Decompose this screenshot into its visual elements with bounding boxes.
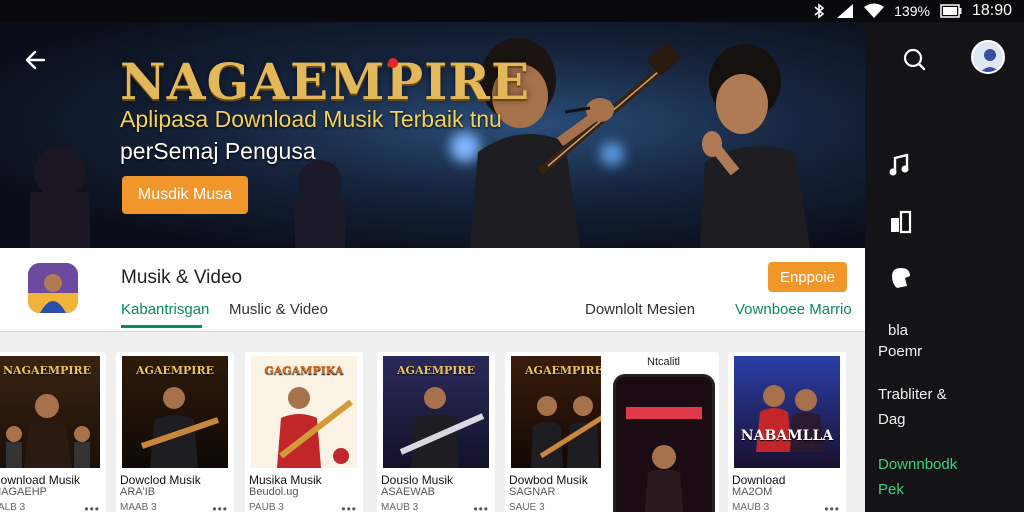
wifi-icon [864, 3, 885, 19]
active-tab-indicator [121, 325, 202, 328]
phone-label: Ntcalitl [647, 356, 681, 368]
card-poster: GAGAMPIKA [251, 356, 357, 468]
hero-banner: NAGAEMPIRE Aplipasa Download Musik Terba… [0, 22, 865, 248]
brand-logo-text: NAGAEMPIRE [120, 52, 531, 111]
more-options-icon[interactable]: ••• [824, 502, 840, 512]
clock: 18:90 [971, 2, 1012, 19]
hero-tagline-line1: Aplipasa Download Musik Terbaik tnu [120, 106, 502, 132]
app-icon [28, 263, 78, 313]
content-card[interactable]: NABAMLLA Download MA2OM MAUB 3 ••• [728, 352, 846, 512]
battery-percent: 139% [894, 3, 930, 19]
card-poster: AGAEMPIRE [122, 356, 228, 468]
more-options-icon[interactable]: ••• [212, 502, 228, 512]
phone-mockup [613, 374, 715, 512]
signal-icon [836, 3, 854, 19]
hero-cta-button[interactable]: Musdik Musa [122, 176, 248, 214]
content-card[interactable]: AGAEMPIRE Douslo Musik ASAEWAB MAUB 3 ••… [377, 352, 495, 512]
search-icon[interactable] [901, 46, 927, 72]
app-root: 139% 18:90 NAGAEMPIRE Aplipasa Download … [0, 0, 1024, 512]
rail-item-2[interactable]: Trabliter & Dag [878, 384, 947, 430]
rail-item-3[interactable]: Downnbodk Pek [878, 454, 957, 500]
right-rail: bla Poemr Trabliter & Dag Downnbodk Pek [865, 22, 1024, 512]
tab-vownboee-marrio[interactable]: Vownboee Marrio [735, 301, 852, 318]
content-card-phone[interactable]: Ntcalitl [601, 352, 719, 512]
battery-icon [940, 4, 962, 18]
content-cards-row: NAGAEMPIRE Download Musik MAGAEHP PALB 3… [0, 332, 865, 512]
bluetooth-icon [812, 3, 826, 19]
brand-dot [388, 58, 398, 68]
card-poster: AGAEMPIRE [383, 356, 489, 468]
more-options-icon[interactable]: ••• [341, 502, 357, 512]
more-options-icon[interactable]: ••• [473, 502, 489, 512]
card-poster: NABAMLLA [734, 356, 840, 468]
tab-kabantrisgan[interactable]: Kabantrisgan [121, 301, 209, 318]
content-card[interactable]: AGAEMPIRE Dowclod Musik ARA'IB MAAB 3 ••… [116, 352, 234, 512]
more-options-icon[interactable]: ••• [84, 502, 100, 512]
tab-download-mesien[interactable]: Downlolt Mesien [585, 301, 695, 318]
music-note-icon[interactable] [887, 150, 915, 178]
app-info-strip: Musik & Video Kabantrisgan Muslic & Vide… [0, 248, 865, 332]
avatar[interactable] [971, 40, 1005, 74]
card-poster: NAGAEMPIRE [0, 356, 100, 468]
app-title: Musik & Video [121, 267, 243, 288]
back-arrow-icon[interactable] [22, 46, 50, 74]
status-bar: 139% 18:90 [0, 0, 1024, 22]
library-icon[interactable] [887, 208, 915, 236]
tab-music-video[interactable]: Muslic & Video [229, 301, 328, 318]
puzzle-icon[interactable] [887, 264, 915, 292]
hero-tagline-line2: perSemaj Pengusa [120, 138, 316, 164]
rail-item-1[interactable]: bla Poemr [878, 320, 922, 362]
content-card[interactable]: GAGAMPIKA Musika Musik Beudol.ug PAUB 3 … [245, 352, 363, 512]
content-card[interactable]: NAGAEMPIRE Download Musik MAGAEHP PALB 3… [0, 352, 106, 512]
install-button[interactable]: Enppoie [768, 262, 847, 292]
